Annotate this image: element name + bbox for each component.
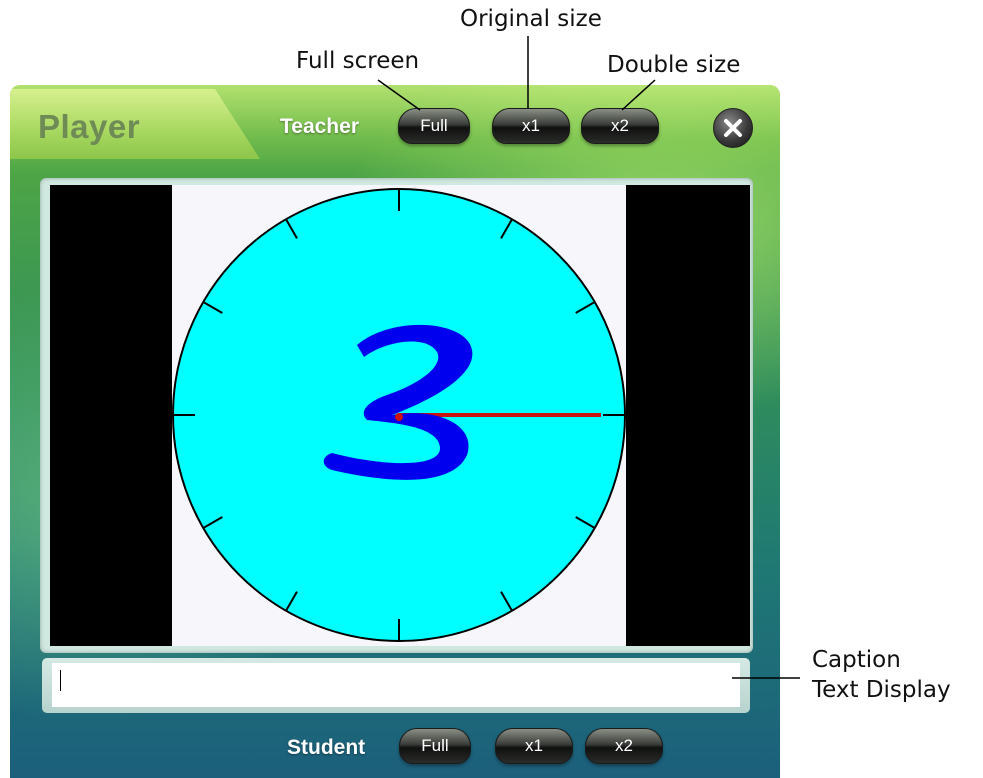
leader-double-size	[621, 79, 656, 111]
annotation-leader-lines	[377, 36, 800, 679]
leader-full-screen	[377, 79, 421, 111]
